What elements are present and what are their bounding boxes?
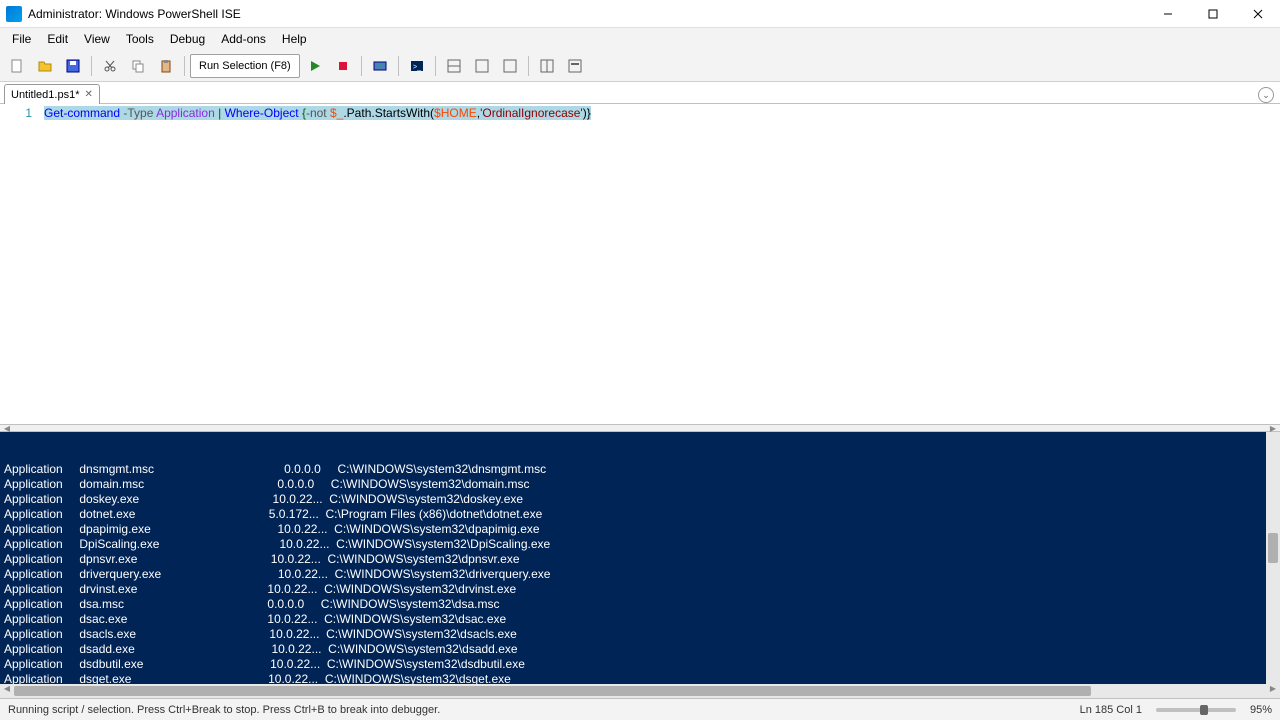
copy-icon[interactable]: [125, 53, 151, 79]
console-row: Application dsacls.exe 10.0.22... C:\WIN…: [4, 627, 1280, 642]
cut-icon[interactable]: [97, 53, 123, 79]
console-row: Application driverquery.exe 10.0.22... C…: [4, 567, 1280, 582]
menu-help[interactable]: Help: [274, 30, 315, 48]
console-row: Application dpapimig.exe 10.0.22... C:\W…: [4, 522, 1280, 537]
scrollbar-thumb[interactable]: [1268, 533, 1278, 563]
menu-file[interactable]: File: [4, 30, 39, 48]
open-file-icon[interactable]: [32, 53, 58, 79]
console-row: Application domain.msc 0.0.0.0 C:\WINDOW…: [4, 477, 1280, 492]
zoom-thumb[interactable]: [1200, 705, 1208, 715]
menu-edit[interactable]: Edit: [39, 30, 76, 48]
tabbar: Untitled1.ps1* ✕ ⌄: [0, 82, 1280, 104]
remote-icon[interactable]: [367, 53, 393, 79]
expand-script-icon[interactable]: ⌄: [1258, 87, 1274, 103]
minimize-button[interactable]: [1145, 0, 1190, 28]
zoom-slider[interactable]: [1156, 708, 1236, 712]
show-command-icon[interactable]: [562, 53, 588, 79]
hscroll-left-icon[interactable]: ◀: [0, 684, 14, 692]
console-row: Application drvinst.exe 10.0.22... C:\WI…: [4, 582, 1280, 597]
tab-close-icon[interactable]: ✕: [85, 89, 93, 100]
console-hscroll[interactable]: ◀ ▶: [0, 684, 1280, 698]
line-gutter: 1: [0, 104, 40, 424]
hscroll-thumb[interactable]: [14, 686, 1091, 696]
status-message: Running script / selection. Press Ctrl+B…: [8, 704, 440, 716]
run-selection-button[interactable]: Run Selection (F8): [190, 54, 300, 78]
console-row: Application dsget.exe 10.0.22... C:\WIND…: [4, 672, 1280, 684]
menu-view[interactable]: View: [76, 30, 118, 48]
scroll-right-icon[interactable]: ▶: [1266, 424, 1280, 432]
titlebar: Administrator: Windows PowerShell ISE: [0, 0, 1280, 28]
console-row: Application dsadd.exe 10.0.22... C:\WIND…: [4, 642, 1280, 657]
maximize-button[interactable]: [1190, 0, 1235, 28]
svg-text:>_: >_: [413, 64, 421, 71]
script-editor[interactable]: 1 Get-command -Type Application | Where-…: [0, 104, 1280, 424]
console-row: Application doskey.exe 10.0.22... C:\WIN…: [4, 492, 1280, 507]
console-row: Application dotnet.exe 5.0.172... C:\Pro…: [4, 507, 1280, 522]
stop-icon[interactable]: [330, 53, 356, 79]
menu-debug[interactable]: Debug: [162, 30, 213, 48]
console-row: Application DpiScaling.exe 10.0.22... C:…: [4, 537, 1280, 552]
command-addon-icon[interactable]: [534, 53, 560, 79]
code-area[interactable]: Get-command -Type Application | Where-Ob…: [40, 104, 1280, 424]
powershell-icon[interactable]: >_: [404, 53, 430, 79]
paste-icon[interactable]: [153, 53, 179, 79]
pane-console-icon[interactable]: [497, 53, 523, 79]
cursor-position: Ln 185 Col 1: [1080, 704, 1142, 716]
new-file-icon[interactable]: [4, 53, 30, 79]
app-icon: [6, 6, 22, 22]
tab-label: Untitled1.ps1*: [11, 89, 80, 101]
statusbar: Running script / selection. Press Ctrl+B…: [0, 698, 1280, 720]
zoom-percent: 95%: [1250, 704, 1272, 716]
console-row: Application dpnsvr.exe 10.0.22... C:\WIN…: [4, 552, 1280, 567]
console-vscroll[interactable]: [1266, 432, 1280, 684]
console-row: Application dnsmgmt.msc 0.0.0.0 C:\WINDO…: [4, 462, 1280, 477]
hscroll-right-icon[interactable]: ▶: [1266, 684, 1280, 692]
splitter[interactable]: ◀ ▶: [0, 424, 1280, 432]
scroll-left-icon[interactable]: ◀: [0, 424, 14, 432]
pane-both-icon[interactable]: [441, 53, 467, 79]
menu-addons[interactable]: Add-ons: [213, 30, 274, 48]
console-row: Application dsa.msc 0.0.0.0 C:\WINDOWS\s…: [4, 597, 1280, 612]
window-title: Administrator: Windows PowerShell ISE: [28, 7, 241, 21]
toolbar: Run Selection (F8) >_: [0, 50, 1280, 82]
console-row: Application dsdbutil.exe 10.0.22... C:\W…: [4, 657, 1280, 672]
console-row: Application dsac.exe 10.0.22... C:\WINDO…: [4, 612, 1280, 627]
run-icon[interactable]: [302, 53, 328, 79]
pane-script-icon[interactable]: [469, 53, 495, 79]
menubar: File Edit View Tools Debug Add-ons Help: [0, 28, 1280, 50]
console-pane[interactable]: Application dnsmgmt.msc 0.0.0.0 C:\WINDO…: [0, 432, 1280, 684]
menu-tools[interactable]: Tools: [118, 30, 162, 48]
save-icon[interactable]: [60, 53, 86, 79]
tab-untitled[interactable]: Untitled1.ps1* ✕: [4, 84, 100, 104]
close-button[interactable]: [1235, 0, 1280, 28]
